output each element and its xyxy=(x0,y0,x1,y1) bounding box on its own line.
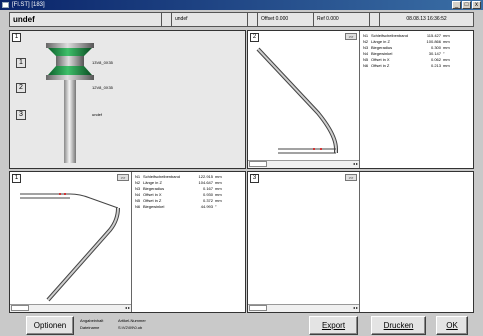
header-ref: Ref 0.000 xyxy=(314,13,370,26)
window-titlebar: [Fl.ST] [183] xyxy=(0,0,483,10)
tool-2-label: 12V8_0X35 xyxy=(92,85,113,90)
scroll-arrows[interactable]: ◂ ▸ xyxy=(125,305,130,311)
options-button[interactable]: Optionen xyxy=(26,316,74,335)
scroll-arrows[interactable]: ◂ ▸ xyxy=(353,161,358,167)
header-field-2: undef xyxy=(172,13,248,26)
expand-button[interactable]: >> xyxy=(345,33,357,40)
expand-button[interactable]: >> xyxy=(117,174,129,181)
header-offset: Offset 0.000 xyxy=(258,13,314,26)
scroll-arrows[interactable]: ◂ ▸ xyxy=(353,305,358,311)
window-title: [Fl.ST] [183] xyxy=(12,2,45,8)
footer-info-value-1: Artikel-Nummer xyxy=(118,318,146,323)
tool-3-label: undef xyxy=(92,112,103,117)
horizontal-scrollbar[interactable]: ◂ ▸ xyxy=(248,304,359,312)
export-button-label: Export xyxy=(321,321,346,330)
minimize-button[interactable]: _ xyxy=(452,1,461,9)
ok-button-label: OK xyxy=(446,321,458,330)
bend-plot-2[interactable]: ◂ ▸ xyxy=(248,31,359,168)
bend-info-box-1: N1 Schleifscheibenband 122.915 mm N2 Länge i… xyxy=(131,172,245,312)
print-button-label: Drucken xyxy=(383,321,414,330)
bend-info-box-3 xyxy=(359,172,473,312)
info-row: N6 Offset in Z 0.213 mm xyxy=(363,63,450,68)
tool-3-number[interactable]: 3 xyxy=(16,110,26,120)
header-datetime: 08.08.13 16:36:52 xyxy=(406,16,447,22)
info-row: N6 Biegewinkel 44.993 ° xyxy=(135,204,217,209)
header-bar: undef undef Offset 0.000 Ref 0.000 08.08… xyxy=(9,12,474,27)
app-icon xyxy=(2,2,9,8)
expand-button[interactable]: >> xyxy=(345,174,357,181)
tool-holder-graphic xyxy=(46,43,94,163)
footer-info-key-1: Angabeinhalt xyxy=(80,318,104,323)
panel-number: 1 xyxy=(12,33,21,42)
bend-view-panel-2[interactable]: ◂ ▸ 2 >> N1 Schleifscheibenband 115.427 mm … xyxy=(247,30,474,169)
tool-2-number[interactable]: 2 xyxy=(16,83,26,93)
print-button[interactable]: Drucken xyxy=(371,316,426,335)
horizontal-scrollbar[interactable]: ◂ ▸ xyxy=(10,304,131,312)
header-field-1 xyxy=(162,13,172,26)
panel-number: 2 xyxy=(250,33,259,42)
header-field-6 xyxy=(370,13,380,26)
ok-button[interactable]: OK xyxy=(436,316,468,335)
tool-1-label: 13V8_0X35 xyxy=(92,60,113,65)
panel-number: 1 xyxy=(12,174,21,183)
footer-info-key-2: Dateiname xyxy=(80,325,100,330)
horizontal-scrollbar[interactable]: ◂ ▸ xyxy=(248,160,359,168)
header-title: undef xyxy=(10,13,162,26)
bend-plot-3[interactable]: ◂ ▸ xyxy=(248,172,359,312)
close-button[interactable]: x xyxy=(472,1,481,9)
scroll-thumb[interactable] xyxy=(249,161,267,167)
scroll-thumb[interactable] xyxy=(249,305,267,311)
bend-view-panel-3[interactable]: ◂ ▸ 3 >> xyxy=(247,171,474,313)
header-field-3 xyxy=(248,13,258,26)
scroll-thumb[interactable] xyxy=(11,305,29,311)
tool-stack-panel[interactable]: 1 1 13V8_0X35 2 12V8_0X35 3 undef xyxy=(9,30,246,169)
footer-info-value-2: S:\V2\09\0.ob xyxy=(118,325,143,330)
panel-number: 3 xyxy=(250,174,259,183)
export-button[interactable]: Export xyxy=(309,316,358,335)
bend-plot-1[interactable]: ◂ ▸ xyxy=(10,172,131,312)
bend-info-box-2: N1 Schleifscheibenband 115.427 mm N2 Länge i… xyxy=(359,31,473,168)
maximize-button[interactable]: □ xyxy=(462,1,471,9)
tool-1-number[interactable]: 1 xyxy=(16,58,26,68)
bend-view-panel-1[interactable]: ◂ ▸ 1 >> N1 Schleifscheibenband 122.915 mm … xyxy=(9,171,246,313)
